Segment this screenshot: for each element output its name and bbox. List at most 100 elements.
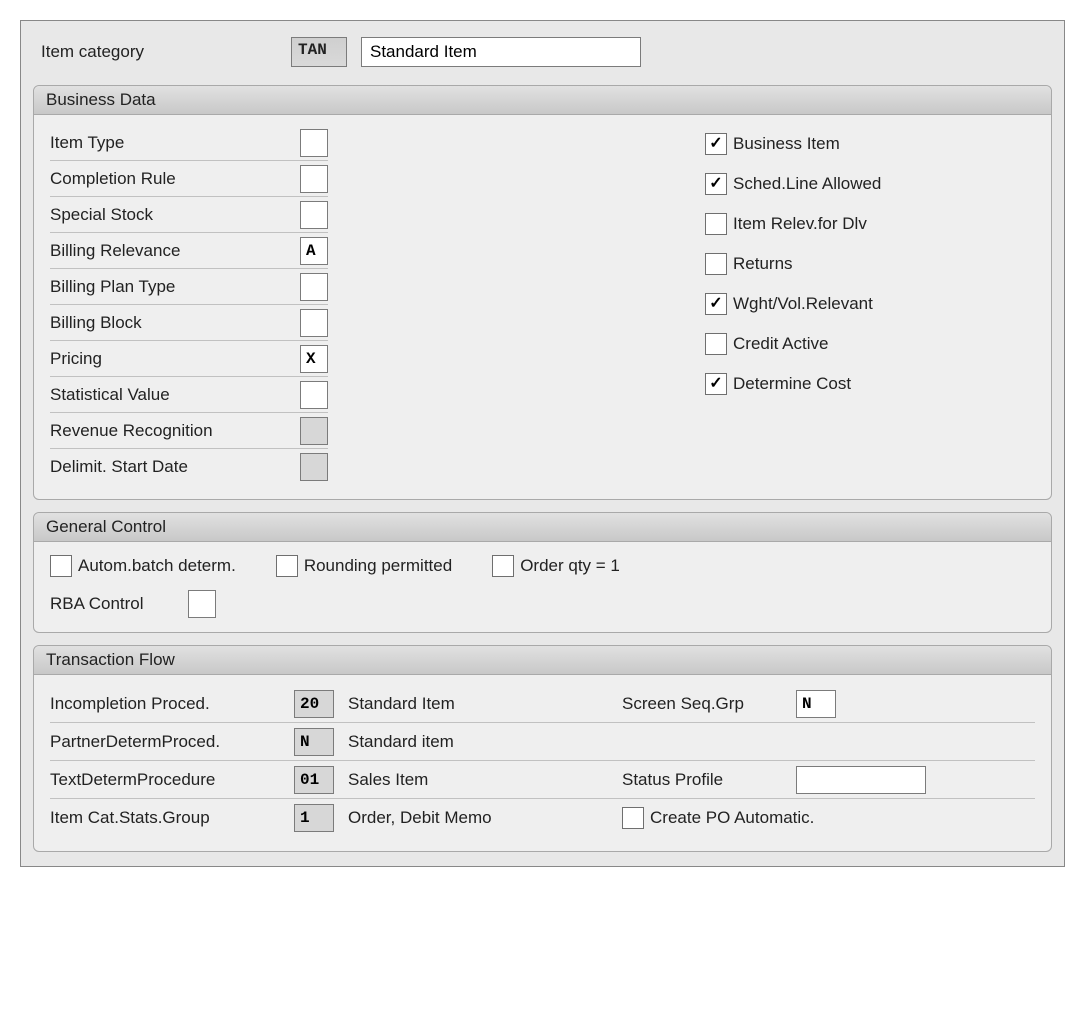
transaction-flow-section: Transaction Flow Incompletion Proced. Sta… <box>33 645 1052 852</box>
item-category-code: TAN <box>291 37 347 67</box>
field-input[interactable] <box>300 309 328 337</box>
check-row: Determine Cost <box>705 367 1035 401</box>
business-data-field-row: Pricing <box>50 341 328 377</box>
check-row: Sched.Line Allowed <box>705 167 1035 201</box>
field-input[interactable] <box>300 345 328 373</box>
business-data-fields: Item Type Completion Rule Special Stock Bil… <box>50 125 328 485</box>
check-row: Autom.batch determ. <box>50 552 236 580</box>
tf-code-input <box>294 728 334 756</box>
tf-label: TextDetermProcedure <box>50 770 280 790</box>
checkbox-label: Rounding permitted <box>304 556 452 576</box>
item-category-label: Item category <box>41 42 277 62</box>
checkbox-label: Sched.Line Allowed <box>733 174 881 194</box>
checkbox-label: Credit Active <box>733 334 828 354</box>
transaction-flow-rows: Incompletion Proced. Standard Item Screen … <box>50 685 1035 837</box>
tf-description: Order, Debit Memo <box>348 808 608 828</box>
business-data-field-row: Revenue Recognition <box>50 413 328 449</box>
business-data-checks: Business Item Sched.Line Allowed Item Rele… <box>705 125 1035 485</box>
transaction-flow-header: Transaction Flow <box>34 646 1051 675</box>
checkbox-label: Order qty = 1 <box>520 556 620 576</box>
field-label: Billing Plan Type <box>50 277 300 297</box>
checkbox-label: Business Item <box>733 134 840 154</box>
tf-label: PartnerDetermProced. <box>50 732 280 752</box>
checkbox[interactable] <box>492 555 514 577</box>
business-data-field-row: Billing Plan Type <box>50 269 328 305</box>
field-label: Special Stock <box>50 205 300 225</box>
checkbox[interactable] <box>705 173 727 195</box>
field-input[interactable] <box>300 237 328 265</box>
tf-label: Incompletion Proced. <box>50 694 280 714</box>
check-row: Order qty = 1 <box>492 552 620 580</box>
field-label: Statistical Value <box>50 385 300 405</box>
field-label: Delimit. Start Date <box>50 457 300 477</box>
rba-control-input[interactable] <box>188 590 216 618</box>
checkbox[interactable] <box>705 373 727 395</box>
checkbox-label: Item Relev.for Dlv <box>733 214 867 234</box>
field-input <box>300 417 328 445</box>
business-data-field-row: Billing Relevance <box>50 233 328 269</box>
checkbox-label: Autom.batch determ. <box>78 556 236 576</box>
tf-label: Item Cat.Stats.Group <box>50 808 280 828</box>
checkbox[interactable] <box>622 807 644 829</box>
tf-code-input <box>294 766 334 794</box>
checkbox-label: Returns <box>733 254 793 274</box>
check-row: Returns <box>705 247 1035 281</box>
transaction-flow-row: Incompletion Proced. Standard Item Screen … <box>50 685 1035 723</box>
field-label: Billing Block <box>50 313 300 333</box>
field-input[interactable] <box>300 165 328 193</box>
business-data-field-row: Billing Block <box>50 305 328 341</box>
field-input[interactable] <box>300 273 328 301</box>
business-data-field-row: Delimit. Start Date <box>50 449 328 485</box>
checkbox-label: Determine Cost <box>733 374 851 394</box>
transaction-flow-row: TextDetermProcedure Sales Item Status Prof… <box>50 761 1035 799</box>
tf-right-input[interactable] <box>796 690 836 718</box>
check-row: Business Item <box>705 127 1035 161</box>
rba-control-label: RBA Control <box>50 594 180 614</box>
field-input[interactable] <box>300 129 328 157</box>
field-label: Completion Rule <box>50 169 300 189</box>
check-row: Item Relev.for Dlv <box>705 207 1035 241</box>
tf-right-label: Status Profile <box>622 770 782 790</box>
tf-description: Standard Item <box>348 694 608 714</box>
checkbox[interactable] <box>705 293 727 315</box>
item-category-panel: Item category TAN Business Data Item Typ… <box>20 20 1065 867</box>
field-label: Revenue Recognition <box>50 421 300 441</box>
business-data-field-row: Special Stock <box>50 197 328 233</box>
field-input[interactable] <box>300 201 328 229</box>
checkbox[interactable] <box>705 133 727 155</box>
item-category-description-input[interactable] <box>361 37 641 67</box>
general-control-header: General Control <box>34 513 1051 542</box>
checkbox[interactable] <box>705 213 727 235</box>
general-control-checks: Autom.batch determ. Rounding permitted Ord… <box>50 552 1035 580</box>
check-row: Create PO Automatic. <box>622 807 814 829</box>
tf-description: Sales Item <box>348 770 608 790</box>
business-data-field-row: Item Type <box>50 125 328 161</box>
field-label: Item Type <box>50 133 300 153</box>
business-data-field-row: Statistical Value <box>50 377 328 413</box>
checkbox-label: Wght/Vol.Relevant <box>733 294 873 314</box>
tf-right-label: Screen Seq.Grp <box>622 694 782 714</box>
general-control-section: General Control Autom.batch determ. Round… <box>33 512 1052 633</box>
checkbox[interactable] <box>705 333 727 355</box>
business-data-field-row: Completion Rule <box>50 161 328 197</box>
field-label: Billing Relevance <box>50 241 300 261</box>
check-row: Wght/Vol.Relevant <box>705 287 1035 321</box>
checkbox[interactable] <box>50 555 72 577</box>
transaction-flow-row: Item Cat.Stats.Group Order, Debit Memo Cre… <box>50 799 1035 837</box>
field-input[interactable] <box>300 381 328 409</box>
tf-description: Standard item <box>348 732 608 752</box>
tf-code-input <box>294 804 334 832</box>
business-data-header: Business Data <box>34 86 1051 115</box>
field-label: Pricing <box>50 349 300 369</box>
header-row: Item category TAN <box>33 31 1052 85</box>
field-input <box>300 453 328 481</box>
business-data-section: Business Data Item Type Completion Rule Sp… <box>33 85 1052 500</box>
checkbox-label: Create PO Automatic. <box>650 808 814 828</box>
transaction-flow-row: PartnerDetermProced. Standard item <box>50 723 1035 761</box>
check-row: Rounding permitted <box>276 552 452 580</box>
tf-right-input[interactable] <box>796 766 926 794</box>
checkbox[interactable] <box>705 253 727 275</box>
tf-code-input <box>294 690 334 718</box>
check-row: Credit Active <box>705 327 1035 361</box>
checkbox[interactable] <box>276 555 298 577</box>
